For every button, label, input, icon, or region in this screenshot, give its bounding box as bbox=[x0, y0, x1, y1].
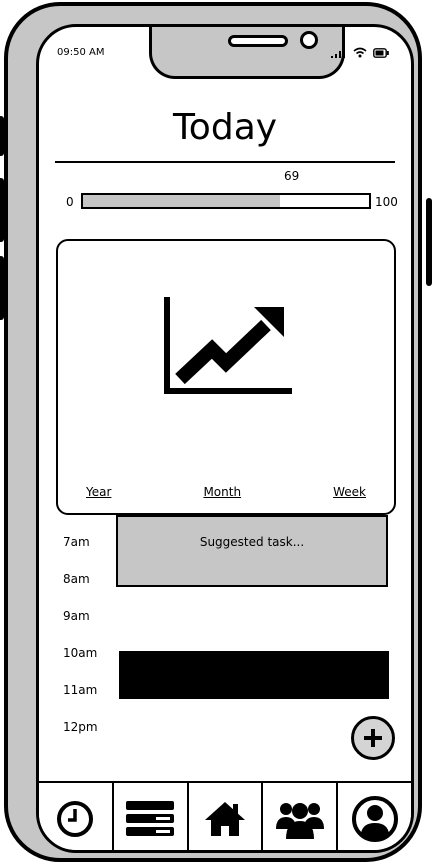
screen: 09:50 AM Today 69 0 100 Year Month Week … bbox=[36, 24, 414, 853]
phone-frame: 09:50 AM Today 69 0 100 Year Month Week … bbox=[0, 2, 432, 862]
speaker bbox=[228, 35, 288, 47]
bottom-nav bbox=[39, 781, 411, 850]
week-link[interactable]: Week bbox=[333, 485, 366, 499]
wifi-icon bbox=[353, 47, 367, 58]
hour-label-11am: 11am bbox=[63, 683, 98, 697]
volume-up-button bbox=[0, 178, 4, 242]
nav-item-group[interactable] bbox=[263, 783, 339, 850]
home-icon bbox=[204, 802, 245, 836]
suggested-task-block[interactable]: Suggested task... bbox=[116, 515, 388, 587]
progress-value: 69 bbox=[284, 169, 300, 183]
page-title: Today bbox=[172, 107, 278, 148]
group-icon bbox=[275, 803, 324, 839]
month-link[interactable]: Month bbox=[203, 485, 241, 499]
plus-icon bbox=[364, 729, 382, 747]
hour-label-12pm: 12pm bbox=[63, 720, 98, 734]
stats-popover: Year Month Week bbox=[56, 239, 396, 515]
camera bbox=[300, 31, 318, 49]
list-icon bbox=[126, 801, 175, 836]
hour-label-10am: 10am bbox=[63, 646, 98, 660]
hour-label-9am: 9am bbox=[63, 609, 90, 623]
trending-up-chart-icon bbox=[164, 297, 292, 394]
add-task-button[interactable] bbox=[351, 716, 395, 760]
profile-icon bbox=[351, 796, 398, 842]
progress-max-label: 100 bbox=[375, 195, 398, 209]
notch bbox=[149, 27, 345, 79]
mute-switch bbox=[0, 116, 4, 156]
volume-down-button bbox=[0, 256, 4, 320]
nav-item-tasks[interactable] bbox=[114, 783, 189, 850]
clock-icon bbox=[57, 801, 94, 837]
progress-fill bbox=[83, 195, 281, 207]
signal-icon bbox=[331, 47, 345, 58]
title-divider bbox=[55, 161, 395, 163]
nav-item-history[interactable] bbox=[39, 783, 114, 850]
progress-min-label: 0 bbox=[66, 195, 74, 209]
year-link[interactable]: Year bbox=[86, 485, 111, 499]
hour-label-7am: 7am bbox=[63, 535, 90, 549]
period-links: Year Month Week bbox=[86, 485, 366, 499]
nav-item-profile[interactable] bbox=[338, 783, 411, 850]
battery-icon bbox=[373, 47, 389, 58]
hour-label-8am: 8am bbox=[63, 572, 90, 586]
status-time: 09:50 AM bbox=[57, 47, 105, 58]
power-button bbox=[426, 198, 432, 286]
progress-bar bbox=[81, 193, 371, 209]
nav-item-home[interactable] bbox=[189, 783, 264, 850]
status-icons bbox=[331, 47, 389, 58]
busy-event-block[interactable] bbox=[119, 651, 389, 699]
